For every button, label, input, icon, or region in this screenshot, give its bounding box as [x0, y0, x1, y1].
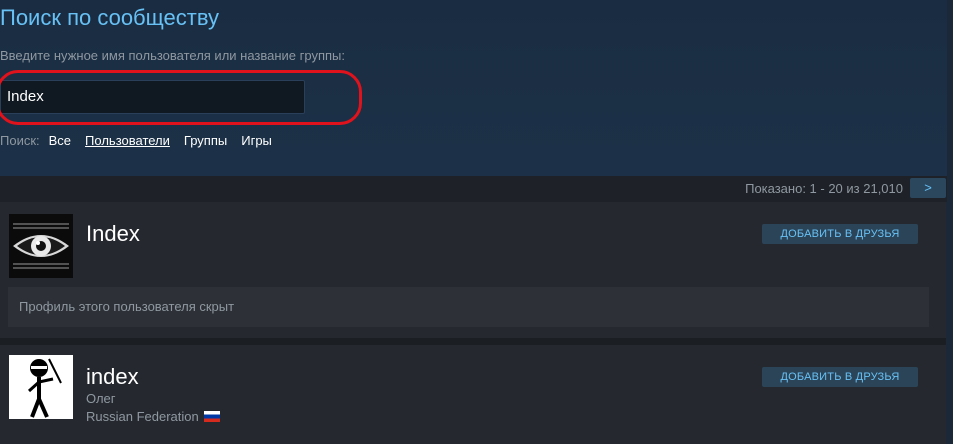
search-prompt: Введите нужное имя пользователя или назв…	[0, 48, 346, 63]
search-result-item: Index ДОБАВИТЬ В ДРУЗЬЯ Профиль этого по…	[0, 202, 946, 338]
russia-flag-icon	[203, 411, 220, 422]
avatar[interactable]	[9, 355, 73, 419]
results-count: Показано: 1 - 20 из 21,010	[745, 181, 903, 196]
country-name: Russian Federation	[86, 409, 199, 424]
filter-all[interactable]: Все	[49, 133, 71, 148]
private-profile-notice: Профиль этого пользователя скрыт	[8, 287, 929, 327]
avatar[interactable]	[9, 214, 73, 278]
country-row: Russian Federation	[86, 409, 220, 424]
filters-label: Поиск:	[0, 132, 40, 148]
divider	[0, 338, 946, 345]
search-filters: Поиск: Все Пользователи Группы Игры	[0, 131, 286, 149]
search-result-item: index Олег Russian Federation ДОБАВИТЬ В…	[0, 345, 946, 444]
stickman-ninja-icon	[9, 355, 73, 419]
add-friend-button[interactable]: ДОБАВИТЬ В ДРУЗЬЯ	[762, 367, 918, 387]
next-page-button[interactable]: >	[910, 178, 946, 198]
result-name[interactable]: Index	[86, 221, 140, 247]
filter-games[interactable]: Игры	[241, 133, 272, 148]
filter-users[interactable]: Пользователи	[85, 133, 170, 148]
result-name[interactable]: index	[86, 364, 139, 390]
scrollbar[interactable]	[947, 0, 953, 444]
eye-icon	[9, 214, 73, 278]
real-name: Олег	[86, 391, 116, 406]
filter-groups[interactable]: Группы	[184, 133, 227, 148]
page-title: Поиск по сообществу	[0, 5, 220, 30]
search-input[interactable]: Index	[0, 80, 305, 114]
add-friend-button[interactable]: ДОБАВИТЬ В ДРУЗЬЯ	[762, 224, 918, 244]
